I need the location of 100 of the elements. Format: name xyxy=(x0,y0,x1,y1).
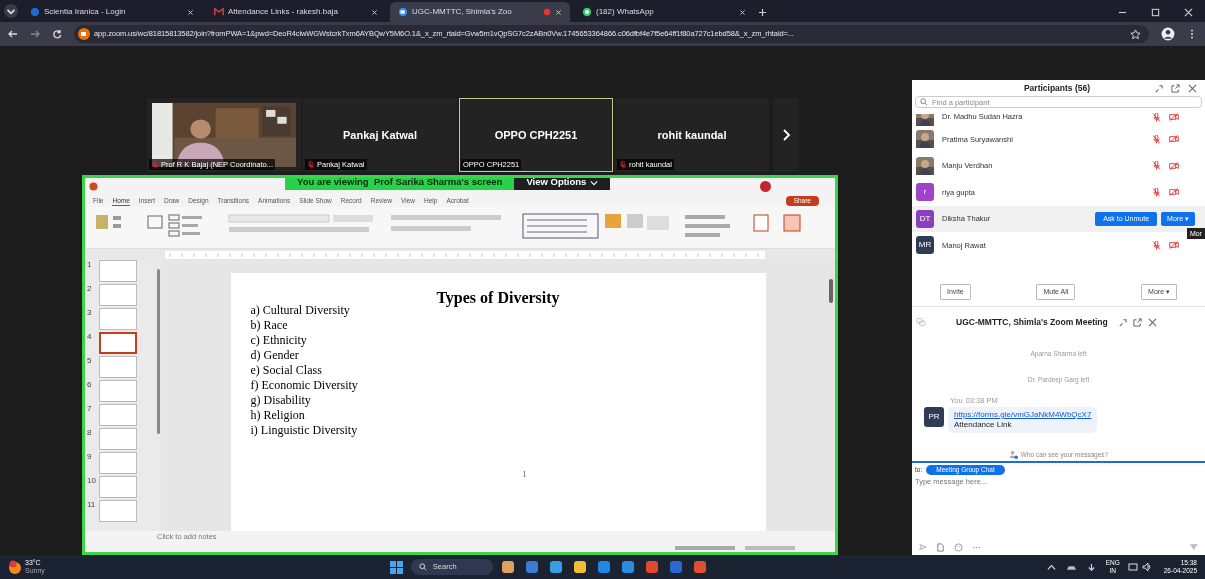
avatar-icon[interactable] xyxy=(760,180,771,192)
app-icon[interactable] xyxy=(548,560,563,574)
pop-out-icon[interactable] xyxy=(1132,317,1142,327)
recording-icon xyxy=(543,8,551,16)
slide-thumbnail[interactable] xyxy=(99,356,137,378)
slide-number: 8 xyxy=(87,428,93,437)
list-item: c) Ethnicity xyxy=(250,333,307,348)
chat-title: UGC-MMTTC, Shimla's Zoom Meeting xyxy=(956,315,1108,329)
slide-number: 10 xyxy=(87,476,97,485)
slide-number: 1 xyxy=(87,260,93,269)
close-icon[interactable] xyxy=(1188,83,1197,93)
app-icon[interactable] xyxy=(596,560,611,574)
chevron-right-icon xyxy=(781,129,791,141)
emoji-icon[interactable] xyxy=(954,542,963,552)
avatar: r xyxy=(916,183,934,202)
close-icon[interactable] xyxy=(1147,317,1157,327)
participant-name: rohit kaundal xyxy=(656,128,728,143)
close-tab-icon[interactable] xyxy=(555,8,562,16)
scrollbar-thumb[interactable] xyxy=(156,269,160,434)
slide-thumbnail[interactable] xyxy=(99,428,137,450)
profile-icon[interactable] xyxy=(1161,27,1175,41)
slide-title: Types of Diversity xyxy=(435,289,561,307)
list-item: g) Disability xyxy=(250,393,311,408)
start-icon[interactable] xyxy=(389,560,403,574)
browser-tab[interactable]: (182) WhatsApp xyxy=(574,2,754,22)
download-icon[interactable] xyxy=(1086,562,1096,572)
volume-icon[interactable] xyxy=(1141,562,1152,572)
file-icon[interactable] xyxy=(936,542,945,552)
chat-icon xyxy=(916,317,926,327)
pop-out-icon[interactable] xyxy=(1171,83,1180,93)
slide-number: 5 xyxy=(87,356,93,365)
app-icon[interactable] xyxy=(644,560,659,574)
app-icon[interactable] xyxy=(620,560,635,574)
list-item: h) Religion xyxy=(250,408,305,423)
app-icon[interactable] xyxy=(500,560,515,574)
scrollbar-thumb[interactable] xyxy=(829,279,833,303)
participant-name: OPPO CPH2251 xyxy=(493,128,579,143)
slide-number: 9 xyxy=(87,452,93,461)
collapse-icon[interactable] xyxy=(1117,317,1127,327)
list-item: i) Linguistic Diversity xyxy=(250,423,358,438)
people-icon xyxy=(1008,450,1018,459)
panel-title: Participants (56) xyxy=(1023,81,1091,95)
share-banner: You are viewing Prof Sarika Sharma's screen xyxy=(285,178,515,190)
list-item: b) Race xyxy=(250,318,288,333)
slide-number: 11 xyxy=(87,500,97,509)
view-options-button[interactable]: View Options xyxy=(514,178,611,190)
list-item: d) Gender xyxy=(250,348,299,363)
bookmark-star-icon[interactable] xyxy=(1130,28,1141,40)
back-icon[interactable] xyxy=(8,29,18,39)
close-tab-icon[interactable] xyxy=(739,8,746,16)
slide-number: 7 xyxy=(87,404,93,413)
app-icon[interactable] xyxy=(692,560,707,574)
slide-thumbnail[interactable] xyxy=(99,404,137,426)
avatar: PR xyxy=(924,407,944,427)
slide-number: 4 xyxy=(87,332,93,341)
list-item: a) Cultural Diversity xyxy=(250,303,350,318)
list-item: f) Economic Diversity xyxy=(250,378,358,393)
favicon-icon xyxy=(30,7,40,17)
avatar: MR xyxy=(916,236,934,255)
favicon-icon xyxy=(582,7,592,17)
slide-number: 3 xyxy=(87,308,93,317)
new-tab-icon[interactable] xyxy=(758,8,767,17)
app-icon[interactable] xyxy=(524,560,539,574)
slide-thumbnail[interactable] xyxy=(99,380,137,402)
chevron-down-icon xyxy=(590,178,599,187)
site-info-icon[interactable] xyxy=(78,28,90,40)
restore-icon[interactable] xyxy=(1151,8,1160,17)
close-tab-icon[interactable] xyxy=(187,8,194,16)
browser-tab[interactable]: Attendance Links - rakesh.baja xyxy=(206,2,386,22)
close-tab-icon[interactable] xyxy=(371,8,378,16)
avatar: DT xyxy=(916,209,934,228)
search-icon xyxy=(418,563,427,571)
tab-list-icon[interactable] xyxy=(4,4,18,18)
slide-thumbnail[interactable] xyxy=(99,332,137,354)
slide-thumbnail[interactable] xyxy=(99,308,137,330)
slide-number: 2 xyxy=(87,284,93,293)
slide-number: 6 xyxy=(87,380,93,389)
message-link[interactable]: https://forms.gle/vmGJaNkM4WbQcX7 xyxy=(954,410,1092,420)
slide-thumbnail[interactable] xyxy=(99,260,137,282)
app-icon[interactable] xyxy=(572,560,587,574)
favicon-icon xyxy=(214,7,224,17)
browser-tab[interactable]: UGC-MMTTC, Shimla's Zoo xyxy=(390,2,570,22)
message-text: Attendance Link xyxy=(954,420,1013,430)
weather-icon[interactable] xyxy=(8,560,22,574)
slide-thumbnail[interactable] xyxy=(99,284,137,306)
collapse-icon[interactable] xyxy=(1154,83,1163,93)
favicon-icon xyxy=(398,7,408,17)
reload-icon[interactable] xyxy=(52,29,62,39)
page-number: 1 xyxy=(522,469,527,481)
participant-name: Pankaj Katwal xyxy=(342,128,418,143)
slide-thumbnail[interactable] xyxy=(99,500,137,522)
browser-tab[interactable]: Scientia Iranica - Login xyxy=(22,2,202,22)
chevron-up-icon[interactable] xyxy=(1046,562,1056,572)
forward-icon[interactable] xyxy=(30,29,40,39)
slide-thumbnail[interactable] xyxy=(99,452,137,474)
display-icon[interactable] xyxy=(1127,562,1138,572)
powerpoint-icon xyxy=(89,181,98,191)
search-icon xyxy=(920,98,928,106)
slide-thumbnail[interactable] xyxy=(99,476,137,498)
list-item: e) Social Class xyxy=(250,363,322,378)
